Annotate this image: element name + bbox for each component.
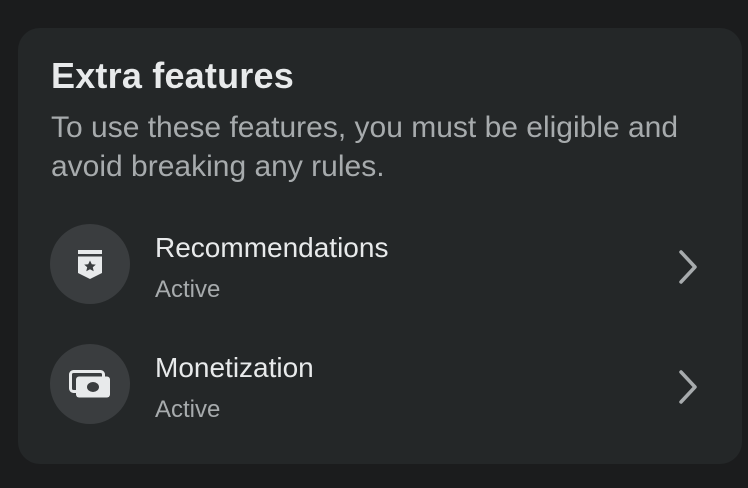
feature-label: Recommendations bbox=[155, 232, 389, 263]
feature-status: Active bbox=[155, 276, 221, 303]
chevron-right-icon bbox=[679, 250, 697, 284]
money-icon bbox=[69, 370, 110, 398]
feature-status: Active bbox=[155, 396, 221, 423]
monetization-icon-container bbox=[50, 344, 130, 424]
feature-row-monetization[interactable]: Monetization Active bbox=[18, 340, 742, 444]
card-title: Extra features bbox=[51, 55, 294, 96]
extra-features-card: Extra features To use these features, yo… bbox=[18, 28, 742, 464]
badge-star-icon bbox=[78, 250, 102, 279]
recommendations-icon-container bbox=[50, 224, 130, 304]
feature-label: Monetization bbox=[155, 352, 314, 383]
chevron-right-icon bbox=[679, 370, 697, 404]
card-description: To use these features, you must be eligi… bbox=[51, 111, 679, 183]
feature-row-recommendations[interactable]: Recommendations Active bbox=[18, 220, 742, 324]
